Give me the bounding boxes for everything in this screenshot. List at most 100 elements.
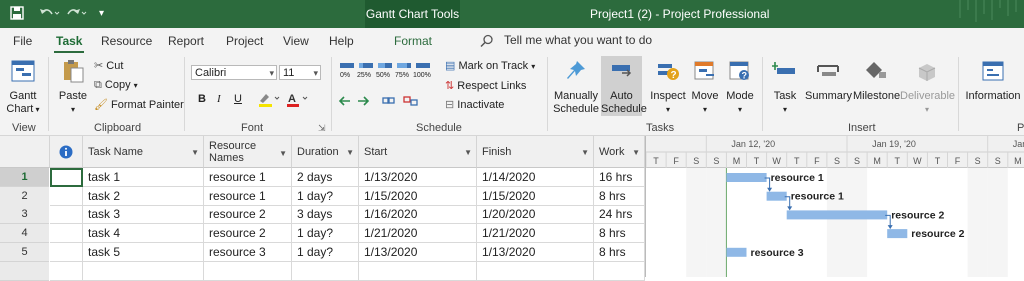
cell-work[interactable]: 8 hrs [594,186,645,206]
task-bar[interactable] [766,191,787,201]
cell-indicators[interactable] [50,261,83,281]
pct-25-button[interactable]: 25% [357,72,371,79]
cell-work[interactable]: 8 hrs [594,224,645,244]
cell-duration[interactable]: 3 days [292,205,359,225]
information-button[interactable]: Information [963,59,1023,103]
cell-work[interactable]: 24 hrs [594,205,645,225]
cut-button[interactable]: ✂ Cut [94,59,123,72]
cell-start[interactable]: 1/15/2020 [359,186,477,206]
gantt-chart-button[interactable]: Gantt Chart ▾ [4,59,42,116]
cell-resource-names[interactable]: resource 3 [204,242,292,262]
indicators-column-header[interactable] [50,136,83,168]
cell-finish[interactable]: 1/20/2020 [477,205,594,225]
move-button[interactable]: Move ▾ [688,59,722,116]
tab-report[interactable]: Report [168,34,204,48]
column-header-resource-names[interactable]: Resource Names ▼ [204,136,292,168]
cell-resource-names[interactable]: resource 2 [204,224,292,244]
bold-button[interactable]: B [198,93,206,105]
cell-indicators[interactable] [50,205,83,225]
manually-schedule-button[interactable]: Manually Schedule [553,59,599,116]
customize-toolbar-icon[interactable]: ▾ [99,8,104,19]
cell-duration[interactable]: 1 day? [292,242,359,262]
cell-finish[interactable]: 1/15/2020 [477,186,594,206]
row-header[interactable]: 5 [0,242,49,262]
paste-button[interactable]: Paste ▾ [55,59,91,116]
dialog-launcher-icon[interactable]: ⇲ [318,123,326,134]
cell-indicators[interactable] [50,224,83,244]
search-icon[interactable] [480,34,494,51]
auto-schedule-button[interactable]: Auto Schedule [601,56,647,116]
mode-button[interactable]: ? Mode ▾ [724,59,756,116]
chevron-down-icon[interactable]: ▼ [191,148,199,157]
insert-milestone-button[interactable]: Milestone [853,59,900,103]
chevron-down-icon[interactable]: ▼ [464,148,472,157]
chevron-down-icon[interactable]: ▼ [279,148,287,160]
cell-start[interactable]: 1/21/2020 [359,224,477,244]
column-header-work[interactable]: Work ▼ [594,136,645,168]
cell-indicators[interactable] [50,186,83,206]
cell-finish[interactable]: 1/21/2020 [477,224,594,244]
cell-finish[interactable]: 1/14/2020 [477,168,594,187]
row-header[interactable]: 4 [0,224,49,244]
column-header-start[interactable]: Start ▼ [359,136,477,168]
respect-links-button[interactable]: ⇅ Respect Links [445,79,526,92]
cell-work[interactable]: 8 hrs [594,242,645,262]
insert-task-button[interactable]: Task ▾ [768,59,802,116]
cell-work[interactable] [594,261,645,281]
format-painter-button[interactable]: 🖌 Format Painter [94,98,184,111]
font-family-select[interactable]: Calibri ▾ [191,65,277,80]
row-header[interactable]: 2 [0,186,49,206]
cell-task-name[interactable]: task 4 [83,224,204,244]
row-header[interactable] [0,261,49,281]
tab-view[interactable]: View [283,34,309,48]
column-header-finish[interactable]: Finish ▼ [477,136,594,168]
cell-task-name[interactable]: task 5 [83,242,204,262]
cell-start[interactable]: 1/16/2020 [359,205,477,225]
tab-help[interactable]: Help [329,34,354,48]
save-icon[interactable] [10,6,24,23]
column-header-task-name[interactable]: Task Name ▼ [83,136,204,168]
highlight-color-button[interactable] [257,91,281,110]
pct-100-button[interactable]: 100% [413,72,431,79]
cell-duration[interactable]: 1 day? [292,224,359,244]
font-color-button[interactable]: A [285,91,309,110]
task-bar[interactable] [726,247,747,257]
tab-task[interactable]: Task [53,34,85,53]
cell-task-name[interactable] [83,261,204,281]
tab-file[interactable]: File [13,34,32,48]
cell-duration[interactable]: 1 day? [292,186,359,206]
underline-button[interactable]: U [234,93,242,105]
grid-corner[interactable] [0,136,50,168]
cell-start[interactable] [359,261,477,281]
inspect-button[interactable]: ? Inspect ▾ [650,59,686,116]
row-header[interactable]: 3 [0,205,49,225]
inactivate-button[interactable]: ⊟ Inactivate [445,98,504,111]
cell-resource-names[interactable] [204,261,292,281]
italic-button[interactable]: I [217,93,221,105]
redo-icon[interactable] [66,6,88,23]
column-header-duration[interactable]: Duration ▼ [292,136,359,168]
insert-deliverable-button[interactable]: Deliverable ▾ [900,59,955,116]
pct-0-button[interactable]: 0% [340,72,350,79]
cell-finish[interactable]: 1/13/2020 [477,242,594,262]
task-bar[interactable] [726,173,767,182]
tab-resource[interactable]: Resource [101,34,152,48]
cell-resource-names[interactable]: resource 2 [204,205,292,225]
undo-icon[interactable] [38,6,60,23]
font-size-select[interactable]: 11 ▾ [279,65,321,80]
cell-task-name[interactable]: task 3 [83,205,204,225]
task-bar[interactable] [786,210,888,220]
task-bar[interactable] [887,229,908,239]
cell-resource-names[interactable]: resource 1 [204,186,292,206]
cell-indicators[interactable] [50,242,83,262]
cell-start[interactable]: 1/13/2020 [359,168,477,187]
tab-format[interactable]: Format [394,34,432,48]
pct-50-button[interactable]: 50% [376,72,390,79]
cell-indicators[interactable] [50,168,83,187]
cell-work[interactable]: 16 hrs [594,168,645,187]
tell-me-input[interactable]: Tell me what you want to do [504,33,652,47]
chevron-down-icon[interactable]: ▼ [581,148,589,157]
pct-75-button[interactable]: 75% [395,72,409,79]
cell-duration[interactable]: 2 days [292,168,359,187]
mark-on-track-button[interactable]: ▤ Mark on Track ▾ [445,59,535,72]
